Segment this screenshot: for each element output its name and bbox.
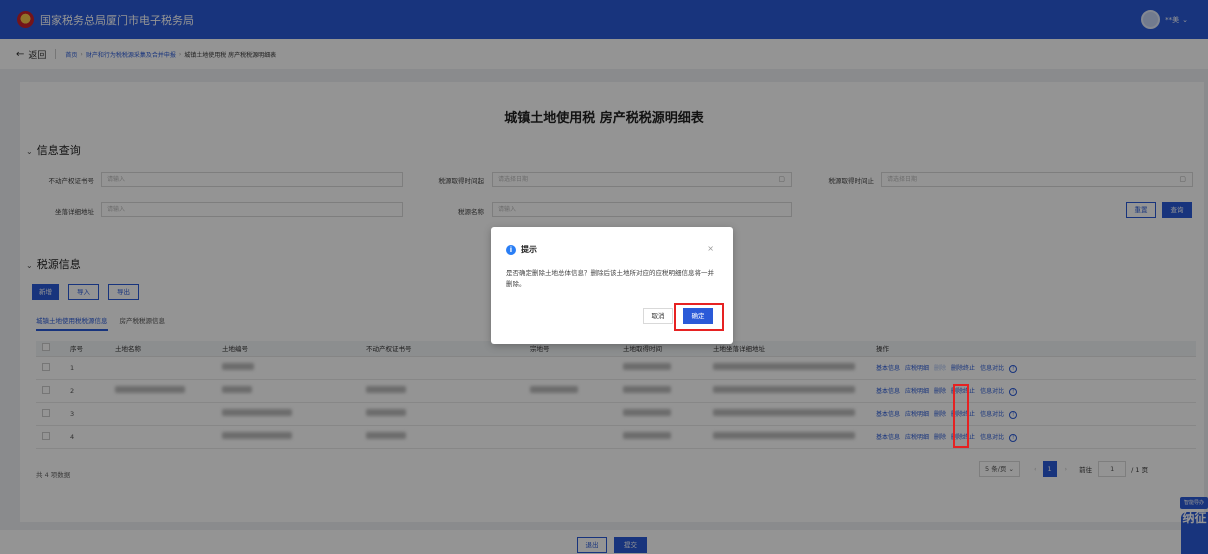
confirm-button-highlight (674, 303, 724, 331)
delete-column-highlight (953, 384, 969, 448)
close-icon[interactable]: × (707, 244, 714, 253)
dialog-title: 提示 (521, 245, 537, 254)
dialog-message: 是否确定删除土地总体信息？删除后该土地所对应的应税明细信息将一并删除。 (506, 269, 714, 288)
info-icon: i (506, 244, 516, 255)
cancel-button[interactable]: 取消 (643, 308, 673, 324)
dialog-header: i 提示 (506, 244, 537, 255)
